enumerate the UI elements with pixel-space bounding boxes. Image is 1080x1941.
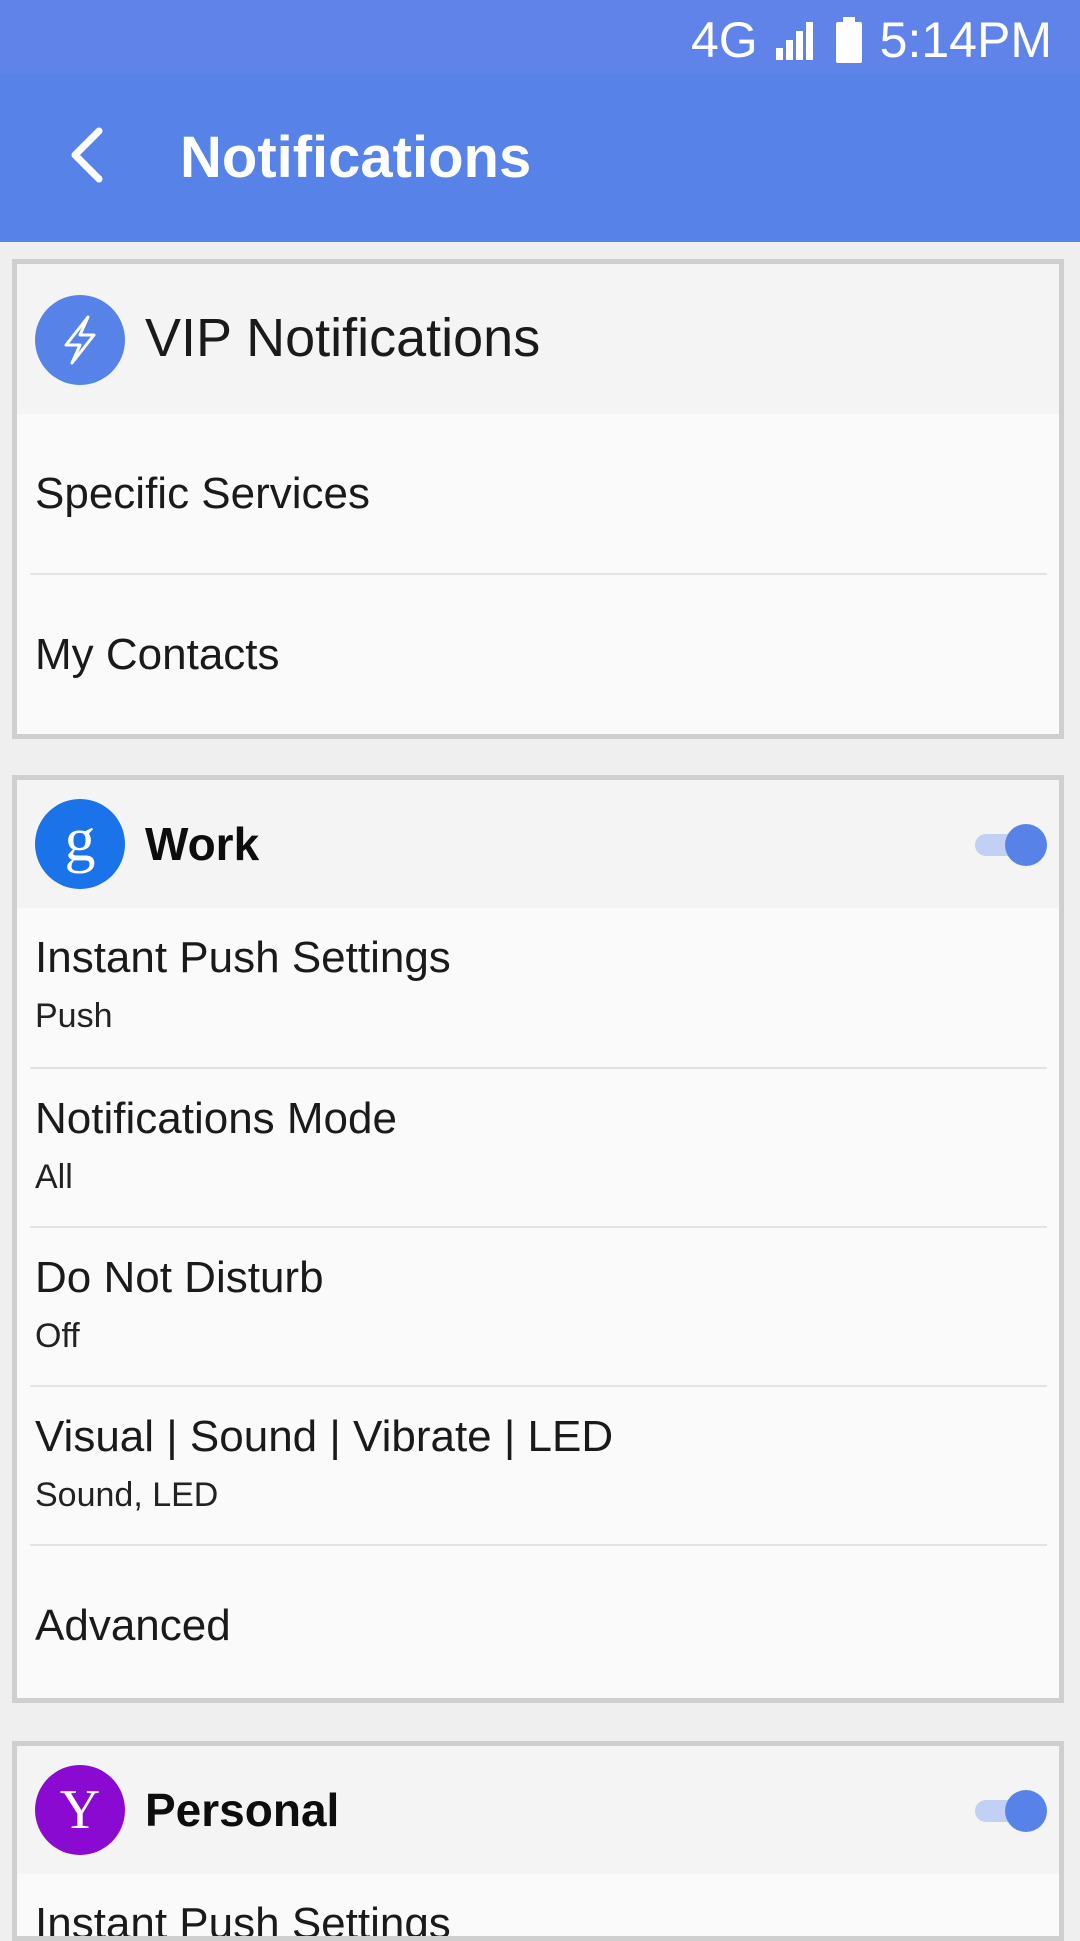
list-item-value: Sound, LED [35,1476,219,1514]
list-item-label: My Contacts [35,630,280,679]
list-item-value: All [35,1158,73,1196]
list-item-do-not-disturb[interactable]: Do Not Disturb Off [30,1226,1047,1385]
work-account-card: g Work Instant Push Settings Push Notifi… [12,775,1064,1703]
list-item-instant-push-settings[interactable]: Instant Push Settings Push [30,908,1047,1067]
list-item-my-contacts[interactable]: My Contacts [30,573,1047,732]
status-bar: 4G 5:14PM [0,0,1080,74]
clock: 5:14PM [879,12,1052,68]
list-item-value: Off [35,1317,80,1355]
list-item-label: Specific Services [35,469,371,518]
chevron-left-icon [71,127,103,183]
vip-notifications-header[interactable]: VIP Notifications [17,264,1059,414]
list-item-advanced[interactable]: Advanced [30,1544,1047,1698]
signal-icon [774,20,818,60]
network-type: 4G [690,12,758,68]
list-item-instant-push-settings[interactable]: Instant Push Settings [30,1874,1047,1936]
app-bar: Notifications [0,74,1080,242]
account-name: Work [145,818,260,870]
toggle-thumb [1005,1790,1047,1832]
lightning-icon [35,295,125,385]
personal-account-toggle[interactable] [975,1788,1049,1834]
list-item-label: Instant Push Settings [35,933,451,982]
back-button[interactable] [56,120,116,190]
google-letter: g [64,806,96,874]
work-account-toggle[interactable] [975,822,1049,868]
list-item-notifications-mode[interactable]: Notifications Mode All [30,1067,1047,1226]
list-item-specific-services[interactable]: Specific Services [30,414,1047,573]
yahoo-icon: Y [35,1765,125,1855]
battery-icon [834,17,864,63]
page-title: Notifications [180,125,532,190]
work-account-header: g Work [17,780,1059,908]
account-name: Personal [145,1784,340,1836]
personal-account-header: Y Personal [17,1746,1059,1874]
list-item-label: Do Not Disturb [35,1253,324,1302]
list-item-visual-sound-vibrate-led[interactable]: Visual | Sound | Vibrate | LED Sound, LE… [30,1385,1047,1544]
personal-account-card: Y Personal Instant Push Settings [12,1741,1064,1941]
list-item-value: Push [35,997,113,1035]
status-indicators: 4G 5:14PM [691,8,1052,72]
list-item-label: Visual | Sound | Vibrate | LED [35,1412,614,1461]
list-item-label: Advanced [35,1601,231,1650]
vip-notifications-title: VIP Notifications [145,308,541,368]
yahoo-letter: Y [59,1779,101,1841]
list-item-label: Notifications Mode [35,1094,397,1143]
google-icon: g [35,799,125,889]
vip-notifications-card: VIP Notifications Specific Services My C… [12,259,1064,739]
toggle-thumb [1005,824,1047,866]
